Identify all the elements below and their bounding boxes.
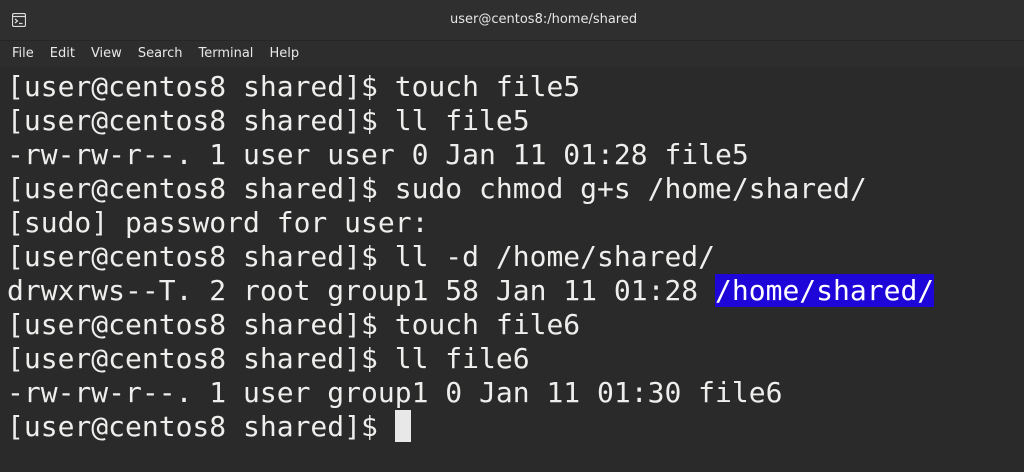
line-text: -rw-rw-r--. 1 user user 0 Jan 11 01:28 f… (7, 138, 749, 171)
terminal-line: [user@centos8 shared]$ sudo chmod g+s /h… (7, 172, 1024, 206)
terminal-line: [user@centos8 shared]$ ll -d /home/share… (7, 240, 1024, 274)
terminal-line: drwxrws--T. 2 root group1 58 Jan 11 01:2… (7, 274, 1024, 308)
line-text: -rw-rw-r--. 1 user group1 0 Jan 11 01:30… (7, 376, 783, 409)
terminal-line: [user@centos8 shared]$ ll file6 (7, 342, 1024, 376)
line-text: drwxrws--T. 2 root group1 58 Jan 11 01:2… (7, 274, 716, 307)
menu-file[interactable]: File (12, 41, 34, 66)
menu-bar: File Edit View Search Terminal Help (0, 41, 1024, 66)
terminal-line: [sudo] password for user: (7, 206, 1024, 240)
terminal-output[interactable]: [user@centos8 shared]$ touch file5 [user… (0, 66, 1024, 472)
line-text: [sudo] password for user: (7, 206, 429, 239)
terminal-window: user@centos8:/home/shared File Edit View… (0, 0, 1024, 472)
menu-terminal[interactable]: Terminal (198, 41, 253, 66)
title-bar[interactable]: user@centos8:/home/shared (0, 0, 1024, 41)
menu-edit[interactable]: Edit (50, 41, 75, 66)
selected-text[interactable]: /home/shared/ (715, 274, 935, 307)
line-text: [user@centos8 shared]$ sudo chmod g+s /h… (7, 172, 867, 205)
line-text: [user@centos8 shared]$ ll file6 (7, 342, 530, 375)
menu-search[interactable]: Search (138, 41, 183, 66)
text-cursor (394, 410, 411, 442)
terminal-line: -rw-rw-r--. 1 user group1 0 Jan 11 01:30… (7, 376, 1024, 410)
prompt-line: [user@centos8 shared]$ (7, 410, 1024, 444)
terminal-line: [user@centos8 shared]$ ll file5 (7, 104, 1024, 138)
terminal-line: -rw-rw-r--. 1 user user 0 Jan 11 01:28 f… (7, 138, 1024, 172)
line-text: [user@centos8 shared]$ (7, 410, 395, 443)
menu-help[interactable]: Help (269, 41, 299, 66)
terminal-line: [user@centos8 shared]$ touch file5 (7, 70, 1024, 104)
line-text: [user@centos8 shared]$ ll file5 (7, 104, 530, 137)
line-text: [user@centos8 shared]$ ll -d /home/share… (7, 240, 716, 273)
menu-view[interactable]: View (91, 41, 122, 66)
terminal-line: [user@centos8 shared]$ touch file6 (7, 308, 1024, 342)
line-text: [user@centos8 shared]$ touch file5 (7, 70, 581, 103)
window-title: user@centos8:/home/shared (450, 12, 638, 27)
line-text: [user@centos8 shared]$ touch file6 (7, 308, 581, 341)
